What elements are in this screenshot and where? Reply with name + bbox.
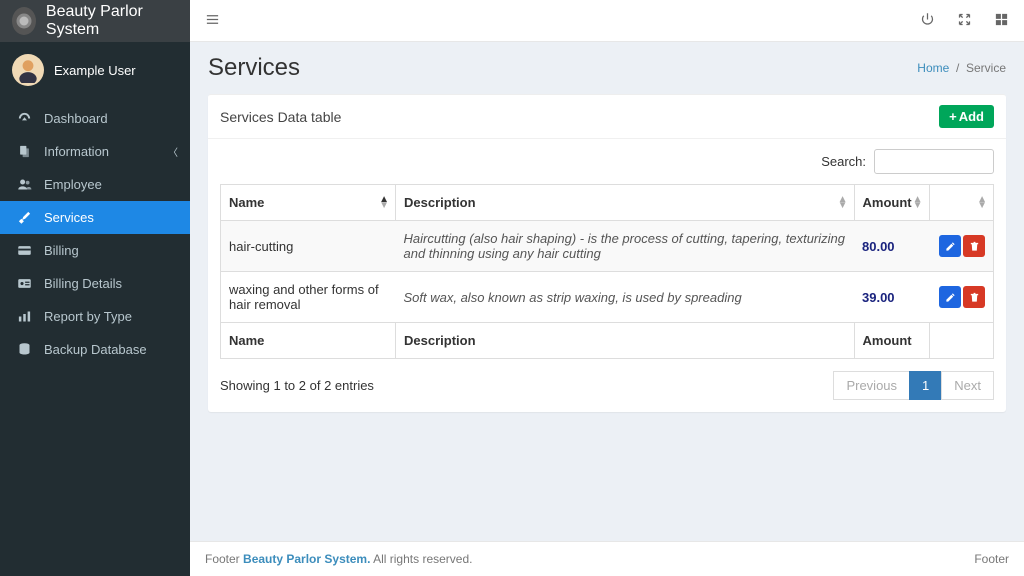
foot-amount: Amount [854,323,929,359]
sidebar-item-label: Billing [44,243,79,258]
sidebar-item-label: Report by Type [44,309,132,324]
sidebar-item-billing-details[interactable]: Billing Details [0,267,190,300]
sidebar-item-label: Employee [44,177,102,192]
footer: Footer Beauty Parlor System. All rights … [190,541,1024,576]
grid-icon[interactable] [994,12,1009,30]
col-description[interactable]: Description▲▼ [396,185,855,221]
tools-icon [14,210,34,225]
brand-text: Beauty Parlor System [46,3,178,39]
sidebar-item-label: Information [44,144,109,159]
sidebar-item-label: Services [44,210,94,225]
foot-name: Name [221,323,396,359]
col-amount[interactable]: Amount▲▼ [854,185,929,221]
sidebar-item-billing[interactable]: Billing [0,234,190,267]
brand-logo-icon [12,7,36,35]
sidebar-item-backup-database[interactable]: Backup Database [0,333,190,366]
cell-name: waxing and other forms of hair removal [221,272,396,323]
user-name: Example User [54,63,136,78]
footer-prefix: Footer [205,552,240,566]
pager-page-1[interactable]: 1 [909,371,942,400]
brand[interactable]: Beauty Parlor System [0,0,190,42]
page-title: Services [208,54,300,82]
cell-description: Haircutting (also hair shaping) - is the… [396,221,855,272]
edit-button[interactable] [939,235,961,257]
sidebar-item-label: Billing Details [44,276,122,291]
breadcrumb-current: Service [966,61,1006,75]
pager-prev[interactable]: Previous [833,371,910,400]
topbar [190,0,1024,42]
table-row: hair-cutting Haircutting (also hair shap… [221,221,994,272]
pager-next[interactable]: Next [941,371,994,400]
box-title: Services Data table [220,109,341,125]
sidebar-item-report-by-type[interactable]: Report by Type [0,300,190,333]
power-icon[interactable] [920,12,935,30]
plus-icon: + [949,109,957,124]
copy-icon [14,144,34,159]
sidebar-item-label: Backup Database [44,342,147,357]
delete-button[interactable] [963,286,985,308]
pagination: Previous 1 Next [834,371,994,400]
foot-description: Description [396,323,855,359]
avatar [12,54,44,86]
footer-brand-link[interactable]: Beauty Parlor System. [243,552,370,566]
database-icon [14,342,34,357]
tachometer-icon [14,111,34,126]
cell-amount: 80.00 [854,221,929,272]
users-icon [14,177,34,192]
footer-right: Footer [974,552,1009,566]
services-box: Services Data table +Add Search: Name▲▼ … [208,94,1006,412]
sidebar-item-services[interactable]: Services [0,201,190,234]
foot-actions [929,323,994,359]
sidebar-item-information[interactable]: Information 〈 [0,135,190,168]
cell-name: hair-cutting [221,221,396,272]
search-label: Search: [821,154,866,169]
sidebar-item-dashboard[interactable]: Dashboard [0,102,190,135]
sidebar-item-label: Dashboard [44,111,108,126]
search-input[interactable] [874,149,994,174]
edit-button[interactable] [939,286,961,308]
credit-card-icon [14,243,34,258]
expand-icon[interactable] [957,12,972,30]
col-actions: ▲▼ [929,185,994,221]
footer-rights: All rights reserved. [373,552,472,566]
content-header: Services Home / Service [190,42,1024,94]
breadcrumb-home[interactable]: Home [917,61,949,75]
col-name[interactable]: Name▲▼ [221,185,396,221]
add-button[interactable]: +Add [939,105,994,128]
main: Services Home / Service Services Data ta… [190,0,1024,576]
sidebar: Beauty Parlor System Example User Dashbo… [0,0,190,576]
services-table: Name▲▼ Description▲▼ Amount▲▼ ▲▼ hair-cu… [220,184,994,359]
sidebar-item-employee[interactable]: Employee [0,168,190,201]
chevron-left-icon: 〈 [168,144,178,159]
table-info: Showing 1 to 2 of 2 entries [220,378,374,393]
side-menu: Dashboard Information 〈 Employee Services… [0,102,190,366]
cell-description: Soft wax, also known as strip waxing, is… [396,272,855,323]
cell-amount: 39.00 [854,272,929,323]
delete-button[interactable] [963,235,985,257]
menu-toggle-button[interactable] [205,12,220,30]
id-card-icon [14,276,34,291]
table-row: waxing and other forms of hair removal S… [221,272,994,323]
chart-icon [14,309,34,324]
user-panel[interactable]: Example User [0,42,190,98]
breadcrumb: Home / Service [917,61,1006,75]
